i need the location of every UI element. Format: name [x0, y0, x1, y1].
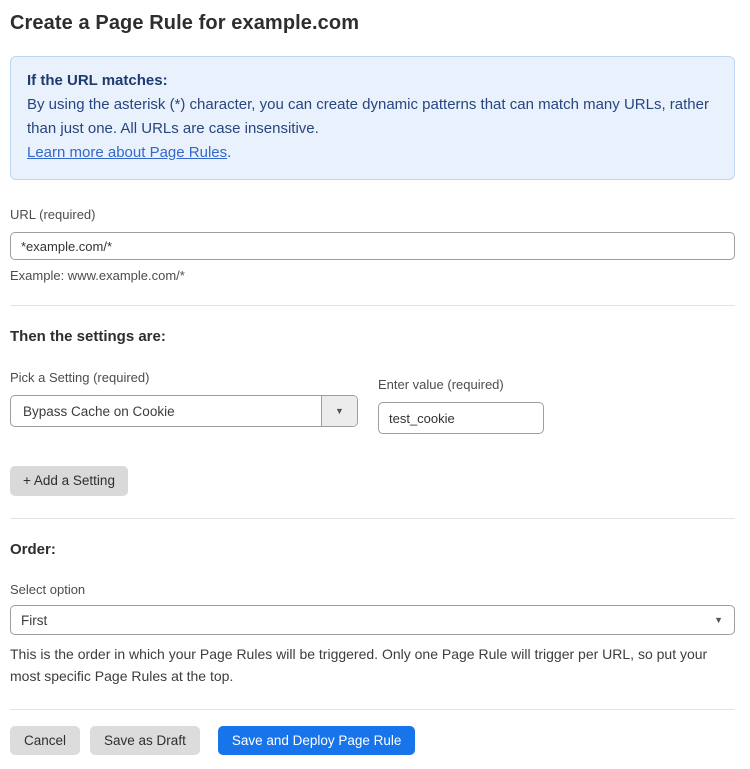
url-example-hint: Example: www.example.com/*: [10, 268, 735, 283]
info-box-body: By using the asterisk (*) character, you…: [27, 93, 718, 141]
divider: [10, 518, 735, 519]
add-setting-button[interactable]: + Add a Setting: [10, 466, 128, 496]
enter-value-label: Enter value (required): [378, 377, 504, 392]
info-box-link-line: Learn more about Page Rules.: [27, 141, 718, 165]
create-page-rule-form: Create a Page Rule for example.com If th…: [0, 0, 750, 769]
divider: [10, 709, 735, 710]
url-label: URL (required): [10, 207, 96, 222]
page-title: Create a Page Rule for example.com: [10, 12, 735, 35]
order-select[interactable]: First: [10, 605, 735, 635]
settings-section-heading: Then the settings are:: [10, 328, 735, 345]
save-as-draft-button[interactable]: Save as Draft: [90, 726, 200, 755]
cancel-button[interactable]: Cancel: [10, 726, 80, 755]
enter-value-group: Enter value (required): [378, 376, 544, 434]
link-period: .: [227, 144, 231, 161]
url-input[interactable]: [10, 232, 735, 260]
setting-row: Pick a Setting (required) Bypass Cache o…: [10, 369, 735, 434]
pick-setting-label: Pick a Setting (required): [10, 370, 149, 385]
divider: [10, 305, 735, 306]
select-option-label: Select option: [10, 582, 735, 597]
footer-actions: Cancel Save as Draft Save and Deploy Pag…: [10, 726, 735, 755]
dropdown-arrow-button[interactable]: ▼: [321, 396, 357, 426]
setting-value-input[interactable]: [378, 402, 544, 434]
order-section-heading: Order:: [10, 541, 735, 558]
setting-dropdown-value: Bypass Cache on Cookie: [11, 396, 321, 426]
setting-dropdown[interactable]: Bypass Cache on Cookie ▼: [10, 395, 358, 427]
order-help-text: This is the order in which your Page Rul…: [10, 643, 730, 687]
info-box-heading: If the URL matches:: [27, 69, 718, 93]
url-match-info-box: If the URL matches: By using the asteris…: [10, 56, 735, 180]
url-field-group: URL (required) Example: www.example.com/…: [10, 206, 735, 283]
chevron-down-icon: ▼: [335, 406, 344, 416]
save-and-deploy-button[interactable]: Save and Deploy Page Rule: [218, 726, 416, 755]
pick-setting-group: Pick a Setting (required) Bypass Cache o…: [10, 369, 358, 427]
order-select-wrap: First ▼: [10, 605, 735, 635]
info-box-body-text: By using the asterisk (*) character, you…: [27, 96, 709, 137]
learn-more-link[interactable]: Learn more about Page Rules: [27, 144, 227, 161]
